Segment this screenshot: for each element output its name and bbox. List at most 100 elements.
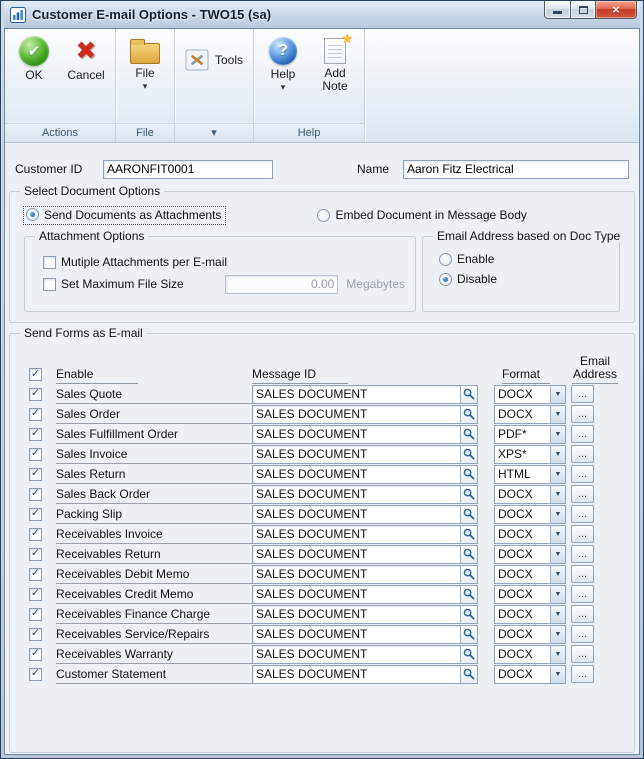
row-enable-checkbox[interactable]: ✓ bbox=[29, 427, 42, 441]
message-id-input[interactable]: SALES DOCUMENT bbox=[252, 564, 478, 584]
lookup-icon[interactable] bbox=[460, 465, 477, 483]
radio-disable[interactable]: Disable bbox=[439, 269, 619, 289]
format-dropdown[interactable]: XPS* ▼ bbox=[494, 444, 566, 464]
email-address-button[interactable]: ... bbox=[571, 545, 594, 563]
chevron-down-icon[interactable]: ▼ bbox=[550, 525, 565, 543]
format-dropdown[interactable]: DOCX ▼ bbox=[494, 624, 566, 644]
cancel-button[interactable]: ✖ Cancel bbox=[60, 29, 112, 82]
row-enable-checkbox[interactable]: ✓ bbox=[29, 467, 42, 481]
row-enable-checkbox[interactable]: ✓ bbox=[29, 407, 42, 421]
format-dropdown[interactable]: DOCX ▼ bbox=[494, 384, 566, 404]
email-address-button[interactable]: ... bbox=[571, 645, 594, 663]
email-address-button[interactable]: ... bbox=[571, 525, 594, 543]
checkbox-set-max-file-size[interactable]: Set Maximum File Size bbox=[43, 277, 191, 291]
message-id-input[interactable]: SALES DOCUMENT bbox=[252, 604, 478, 624]
chevron-down-icon[interactable]: ▼ bbox=[550, 425, 565, 443]
message-id-input[interactable]: SALES DOCUMENT bbox=[252, 524, 478, 544]
email-address-button[interactable]: ... bbox=[571, 425, 594, 443]
email-address-button[interactable]: ... bbox=[571, 505, 594, 523]
format-dropdown[interactable]: DOCX ▼ bbox=[494, 524, 566, 544]
chevron-down-icon[interactable]: ▼ bbox=[550, 385, 565, 403]
customer-id-input[interactable] bbox=[103, 159, 273, 179]
radio-embed-in-body[interactable]: Embed Document in Message Body bbox=[317, 208, 527, 222]
row-enable-checkbox[interactable]: ✓ bbox=[29, 667, 42, 681]
file-button[interactable]: File ▾ bbox=[119, 29, 171, 91]
format-dropdown[interactable]: HTML ▼ bbox=[494, 464, 566, 484]
chevron-down-icon[interactable]: ▼ bbox=[550, 645, 565, 663]
email-address-button[interactable]: ... bbox=[571, 665, 594, 683]
format-dropdown[interactable]: DOCX ▼ bbox=[494, 564, 566, 584]
lookup-icon[interactable] bbox=[460, 485, 477, 503]
message-id-input[interactable]: SALES DOCUMENT bbox=[252, 544, 478, 564]
format-dropdown[interactable]: DOCX ▼ bbox=[494, 544, 566, 564]
row-enable-checkbox[interactable]: ✓ bbox=[29, 567, 42, 581]
minimize-button[interactable] bbox=[544, 1, 571, 19]
lookup-icon[interactable] bbox=[460, 405, 477, 423]
message-id-input[interactable]: SALES DOCUMENT bbox=[252, 504, 478, 524]
lookup-icon[interactable] bbox=[460, 645, 477, 663]
row-enable-checkbox[interactable]: ✓ bbox=[29, 607, 42, 621]
lookup-icon[interactable] bbox=[460, 385, 477, 403]
chevron-down-icon[interactable]: ▼ bbox=[550, 605, 565, 623]
format-dropdown[interactable]: DOCX ▼ bbox=[494, 484, 566, 504]
lookup-icon[interactable] bbox=[460, 625, 477, 643]
lookup-icon[interactable] bbox=[460, 585, 477, 603]
format-dropdown[interactable]: DOCX ▼ bbox=[494, 644, 566, 664]
row-enable-checkbox[interactable]: ✓ bbox=[29, 527, 42, 541]
name-input[interactable] bbox=[403, 159, 629, 179]
email-address-button[interactable]: ... bbox=[571, 485, 594, 503]
email-address-button[interactable]: ... bbox=[571, 465, 594, 483]
chevron-down-icon[interactable]: ▼ bbox=[550, 485, 565, 503]
message-id-input[interactable]: SALES DOCUMENT bbox=[252, 664, 478, 684]
message-id-input[interactable]: SALES DOCUMENT bbox=[252, 384, 478, 404]
row-enable-checkbox[interactable]: ✓ bbox=[29, 647, 42, 661]
email-address-button[interactable]: ... bbox=[571, 605, 594, 623]
email-address-button[interactable]: ... bbox=[571, 565, 594, 583]
email-address-button[interactable]: ... bbox=[571, 385, 594, 403]
email-address-button[interactable]: ... bbox=[571, 585, 594, 603]
lookup-icon[interactable] bbox=[460, 445, 477, 463]
row-enable-checkbox[interactable]: ✓ bbox=[29, 547, 42, 561]
lookup-icon[interactable] bbox=[460, 525, 477, 543]
lookup-icon[interactable] bbox=[460, 545, 477, 563]
chevron-down-icon[interactable]: ▼ bbox=[550, 545, 565, 563]
message-id-input[interactable]: SALES DOCUMENT bbox=[252, 644, 478, 664]
email-address-button[interactable]: ... bbox=[571, 445, 594, 463]
format-dropdown[interactable]: DOCX ▼ bbox=[494, 404, 566, 424]
radio-enable[interactable]: Enable bbox=[439, 249, 619, 269]
chevron-down-icon[interactable]: ▼ bbox=[550, 405, 565, 423]
row-enable-checkbox[interactable]: ✓ bbox=[29, 627, 42, 641]
chevron-down-icon[interactable]: ▼ bbox=[550, 505, 565, 523]
checkbox-multiple-attachments[interactable]: Mutiple Attachments per E-mail bbox=[43, 255, 227, 269]
chevron-down-icon[interactable]: ▼ bbox=[550, 465, 565, 483]
add-note-button[interactable]: ★ Add Note bbox=[309, 29, 361, 93]
row-enable-checkbox[interactable]: ✓ bbox=[29, 587, 42, 601]
chevron-down-icon[interactable]: ▼ bbox=[550, 625, 565, 643]
format-dropdown[interactable]: DOCX ▼ bbox=[494, 584, 566, 604]
row-enable-checkbox[interactable]: ✓ bbox=[29, 487, 42, 501]
help-button[interactable]: ? Help ▾ bbox=[257, 29, 309, 92]
close-button[interactable]: × bbox=[595, 1, 637, 19]
message-id-input[interactable]: SALES DOCUMENT bbox=[252, 404, 478, 424]
message-id-input[interactable]: SALES DOCUMENT bbox=[252, 484, 478, 504]
email-address-button[interactable]: ... bbox=[571, 405, 594, 423]
ok-button[interactable]: ✔ OK bbox=[8, 29, 60, 82]
select-all-checkbox[interactable]: ✓ bbox=[29, 368, 42, 381]
format-dropdown[interactable]: DOCX ▼ bbox=[494, 504, 566, 524]
lookup-icon[interactable] bbox=[460, 505, 477, 523]
format-dropdown[interactable]: DOCX ▼ bbox=[494, 664, 566, 684]
lookup-icon[interactable] bbox=[460, 605, 477, 623]
chevron-down-icon[interactable]: ▼ bbox=[550, 585, 565, 603]
chevron-down-icon[interactable]: ▼ bbox=[550, 665, 565, 683]
email-address-button[interactable]: ... bbox=[571, 625, 594, 643]
tools-button[interactable]: Tools bbox=[178, 45, 250, 71]
message-id-input[interactable]: SALES DOCUMENT bbox=[252, 424, 478, 444]
chevron-down-icon[interactable]: ▼ bbox=[550, 445, 565, 463]
row-enable-checkbox[interactable]: ✓ bbox=[29, 387, 42, 401]
format-dropdown[interactable]: DOCX ▼ bbox=[494, 604, 566, 624]
lookup-icon[interactable] bbox=[460, 425, 477, 443]
row-enable-checkbox[interactable]: ✓ bbox=[29, 447, 42, 461]
lookup-icon[interactable] bbox=[460, 565, 477, 583]
message-id-input[interactable]: SALES DOCUMENT bbox=[252, 444, 478, 464]
message-id-input[interactable]: SALES DOCUMENT bbox=[252, 624, 478, 644]
